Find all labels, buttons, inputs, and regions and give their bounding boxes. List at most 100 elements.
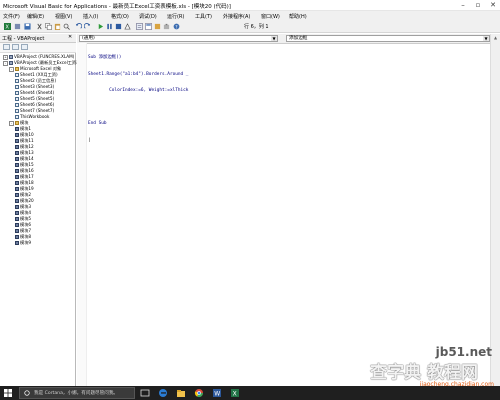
task-view-icon[interactable]	[140, 388, 150, 398]
object-combo[interactable]: (通用) ▼	[79, 35, 278, 42]
tree-item-label: 模块17	[20, 174, 34, 179]
tree-item-label: 模块1	[20, 126, 32, 131]
module-icon	[15, 241, 19, 245]
module-icon	[15, 217, 19, 221]
folder-icon	[15, 121, 19, 125]
tree-item-label: Sheet1 (XX月工资)	[20, 72, 58, 77]
menu-bar: 文件(F) 编辑(E) 视图(V) 插入(I) 格式(O) 调试(D) 运行(R…	[0, 11, 500, 21]
module-icon	[15, 169, 19, 173]
reset-icon[interactable]	[115, 23, 122, 30]
chevron-down-icon[interactable]: ▼	[483, 36, 489, 41]
svg-text:W: W	[214, 391, 220, 398]
close-icon[interactable]: ✕	[68, 34, 72, 40]
chrome-icon[interactable]	[194, 388, 204, 398]
watermark-site: jb51.net	[435, 345, 492, 359]
collapse-icon[interactable]: -	[9, 120, 14, 126]
code-window: (通用) ▼ 添加边框 ▼ Sub 添加边框() Sheet1.Range("a…	[77, 34, 500, 386]
menu-help[interactable]: 帮助(H)	[289, 13, 307, 20]
module-icon	[15, 223, 19, 227]
module-icon	[15, 211, 19, 215]
menu-format[interactable]: 格式(O)	[111, 13, 129, 20]
module-icon	[15, 127, 19, 131]
restore-icon[interactable]: ▫	[471, 0, 485, 11]
menu-file[interactable]: 文件(F)	[3, 13, 20, 20]
project-explorer-toolbar	[0, 43, 76, 53]
menu-insert[interactable]: 插入(I)	[83, 13, 98, 20]
tree-item-label: 模块10	[20, 132, 34, 137]
tree-item-label: 模块15	[20, 162, 34, 167]
copy-icon[interactable]	[45, 23, 52, 30]
redo-icon[interactable]	[84, 23, 91, 30]
watermark-text: 查字典 教程网	[370, 363, 478, 383]
module-icon	[15, 229, 19, 233]
minimize-icon[interactable]: –	[456, 0, 470, 11]
tree-item-label: 模块16	[20, 168, 34, 173]
tree-item-label: 模块18	[20, 180, 34, 185]
view-object-icon[interactable]	[12, 44, 19, 50]
close-icon[interactable]: ✕	[486, 0, 500, 11]
project-explorer-icon[interactable]	[136, 23, 143, 30]
design-mode-icon[interactable]	[124, 23, 131, 30]
sheet-icon	[15, 115, 19, 119]
toggle-folders-icon[interactable]	[21, 44, 28, 50]
insert-module-icon[interactable]	[14, 23, 21, 30]
cut-icon[interactable]	[36, 23, 43, 30]
code-line: End Sub	[88, 121, 107, 126]
cortana-search-box[interactable]: 我是 Cortana，小娜。有问题尽管问我。	[19, 387, 135, 399]
module-icon	[15, 133, 19, 137]
menu-debug[interactable]: 调试(D)	[139, 13, 157, 20]
word-icon[interactable]: W	[212, 388, 222, 398]
search-placeholder: 我是 Cortana，小娜。有问题尽管问我。	[34, 391, 119, 396]
paste-icon[interactable]	[54, 23, 61, 30]
explorer-icon[interactable]	[176, 388, 186, 398]
tree-item-label: 模块9	[20, 240, 32, 245]
menu-view[interactable]: 视图(V)	[55, 13, 72, 20]
code-editor[interactable]: Sub 添加边框() Sheet1.Range("a1:b4").Borders…	[88, 44, 188, 154]
sheet-icon	[15, 109, 19, 113]
code-margin[interactable]	[77, 43, 87, 386]
run-icon[interactable]	[97, 23, 104, 30]
tree-item-label: 模块4	[20, 210, 32, 215]
expand-icon[interactable]: +	[3, 54, 8, 60]
save-icon[interactable]	[24, 23, 31, 30]
menu-tools[interactable]: 工具(T)	[195, 13, 212, 20]
code-line: Sub 添加边框()	[88, 55, 122, 60]
procedure-combo-value: 添加边框	[289, 36, 308, 41]
tree-item-label: 模块13	[20, 150, 34, 155]
module-icon	[15, 235, 19, 239]
menu-window[interactable]: 窗口(W)	[261, 13, 280, 20]
collapse-icon[interactable]: -	[9, 66, 14, 72]
edge-icon[interactable]	[158, 388, 168, 398]
menu-run[interactable]: 运行(R)	[167, 13, 184, 20]
collapse-icon[interactable]: -	[3, 60, 8, 66]
tree-item-label: VBAProject (FUNCRES.XLAM)	[14, 54, 75, 59]
undo-icon[interactable]	[75, 23, 82, 30]
menu-edit[interactable]: 编辑(E)	[27, 13, 44, 20]
toolbox-icon[interactable]	[163, 23, 170, 30]
excel-icon[interactable]: X	[230, 388, 240, 398]
taskbar: 我是 Cortana，小娜。有问题尽管问我。 W X	[0, 386, 500, 400]
procedure-combo[interactable]: 添加边框 ▼	[286, 35, 490, 42]
chevron-down-icon[interactable]: ▼	[271, 36, 277, 41]
tree-item-label: VBAProject (最新员工Excel工资表)	[14, 60, 82, 65]
module-icon	[15, 139, 19, 143]
tree-item[interactable]: 模块9	[15, 240, 31, 246]
vertical-scrollbar[interactable]: ▲	[490, 34, 500, 386]
view-code-icon[interactable]	[3, 44, 10, 50]
module-icon	[15, 193, 19, 197]
tree-item-label: 模块19	[20, 186, 34, 191]
windows-start-icon[interactable]	[4, 389, 12, 397]
break-icon[interactable]	[106, 23, 113, 30]
excel-view-icon[interactable]: X	[4, 23, 11, 30]
help-icon[interactable]: ?	[173, 23, 180, 30]
menu-addins[interactable]: 外接程序(A)	[223, 13, 250, 20]
tree-item-label: 模块	[20, 120, 29, 125]
properties-icon[interactable]	[145, 23, 152, 30]
find-icon[interactable]	[63, 23, 70, 30]
project-icon	[9, 61, 13, 65]
object-browser-icon[interactable]	[154, 23, 161, 30]
module-icon	[15, 187, 19, 191]
sheet-icon	[15, 103, 19, 107]
scroll-up-icon[interactable]: ▲	[492, 35, 499, 42]
